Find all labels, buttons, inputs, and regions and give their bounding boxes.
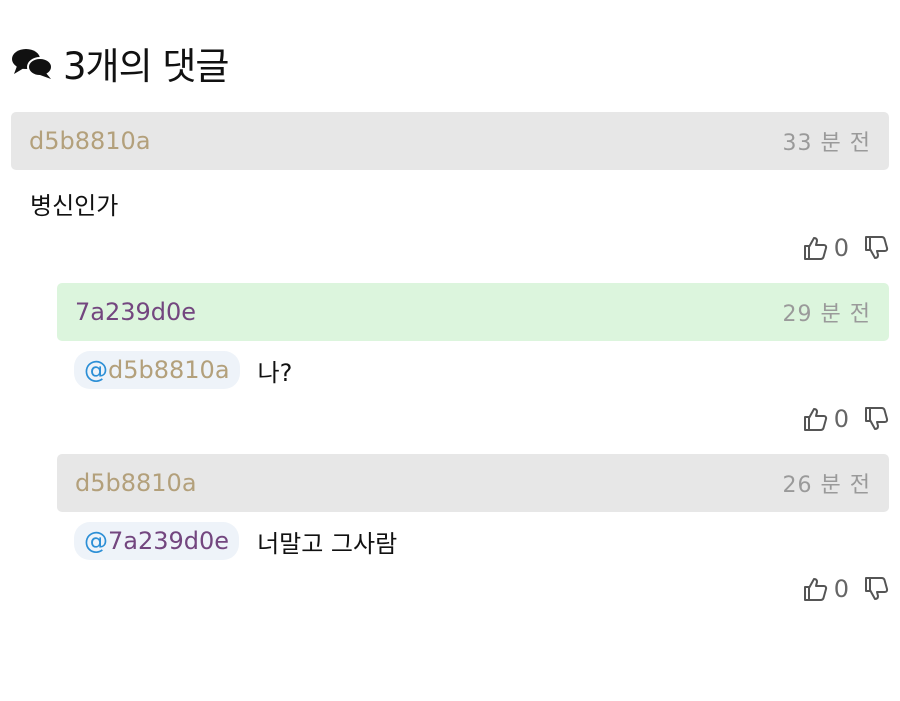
thumbs-down-icon[interactable] <box>863 406 889 432</box>
comment-meta-bar: 7a239d0e 29 분 전 <box>57 283 889 341</box>
mention-tag[interactable]: @7a239d0e <box>74 522 240 560</box>
comment-meta-bar: d5b8810a 26 분 전 <box>57 454 889 512</box>
comment-body: 병신인가 <box>30 184 118 222</box>
comment-body: @ d5b8810a 나? <box>74 351 292 389</box>
comment-count-title: 3개의 댓글 <box>63 45 229 88</box>
like-count: 0 <box>833 575 849 603</box>
comment-timestamp: 33 분 전 <box>782 131 871 156</box>
thumbs-up-icon[interactable] <box>802 235 828 261</box>
comment-author[interactable]: d5b8810a <box>75 469 197 497</box>
comment-author[interactable]: d5b8810a <box>29 127 151 155</box>
thumbs-up-icon[interactable] <box>802 576 828 602</box>
mention-at-sign: @ <box>84 356 108 384</box>
mention-at-sign: @ <box>84 527 108 555</box>
thumbs-up-icon[interactable] <box>802 406 828 432</box>
comment-author[interactable]: 7a239d0e <box>75 298 196 326</box>
like-count: 0 <box>833 405 849 433</box>
like-count: 0 <box>833 234 849 262</box>
thumbs-down-icon[interactable] <box>863 576 889 602</box>
reply-item: 7a239d0e 29 분 전 @ d5b8810a 나? 0 <box>57 283 889 443</box>
comment-timestamp: 29 분 전 <box>782 302 871 327</box>
comment-text: 병신인가 <box>30 191 119 220</box>
comment-timestamp: 26 분 전 <box>782 473 871 498</box>
comment-body: @7a239d0e 너말고 그사람 <box>74 522 397 560</box>
comment-votes: 0 <box>802 405 889 433</box>
mention-tag[interactable]: @ d5b8810a <box>74 351 240 389</box>
comment-text: 너말고 그사람 <box>257 529 398 558</box>
reply-item: d5b8810a 26 분 전 @7a239d0e 너말고 그사람 0 <box>57 454 889 614</box>
comment-item: d5b8810a 33 분 전 병신인가 0 <box>11 112 889 272</box>
comment-meta-bar: d5b8810a 33 분 전 <box>11 112 889 170</box>
comment-votes: 0 <box>802 234 889 262</box>
mention-name: d5b8810a <box>108 356 230 384</box>
mention-name: 7a239d0e <box>108 527 230 555</box>
thumbs-down-icon[interactable] <box>863 235 889 261</box>
comment-text: 나? <box>257 358 293 387</box>
comment-votes: 0 <box>802 575 889 603</box>
chat-bubbles-icon <box>12 49 53 79</box>
comments-header: 3개의 댓글 <box>11 36 229 90</box>
